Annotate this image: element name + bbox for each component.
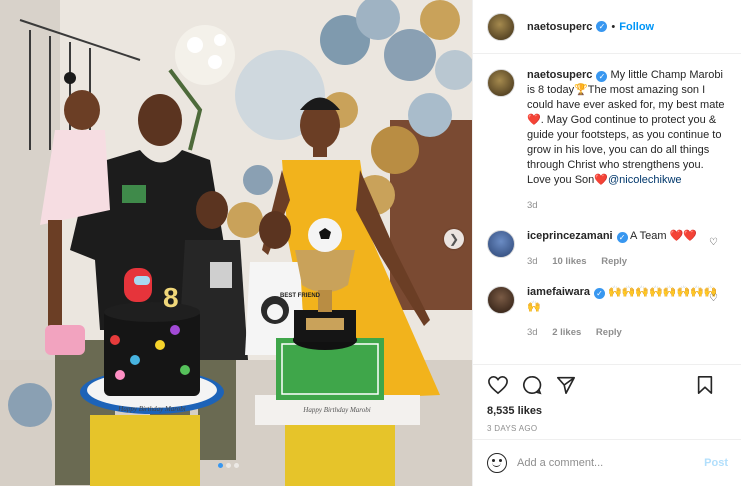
carousel-dot <box>234 463 239 468</box>
post-actions: 8,535 likes 3 DAYS AGO <box>473 364 741 439</box>
post-comment-button[interactable]: Post <box>704 457 728 469</box>
comment-item: iamefaiwara ✓ 🙌🙌🙌🙌🙌🙌🙌🙌🙌 3d 2 likes Reply … <box>487 285 728 340</box>
verified-badge-icon: ✓ <box>596 21 608 32</box>
share-icon <box>557 376 575 394</box>
comment-button[interactable] <box>521 374 543 396</box>
like-button[interactable] <box>487 374 509 396</box>
verified-badge-icon: ✓ <box>596 71 608 82</box>
commenter-avatar[interactable] <box>487 230 515 258</box>
heart-icon <box>488 375 508 395</box>
reply-button[interactable]: Reply <box>601 256 627 267</box>
comment-like-heart-icon[interactable]: ♡ <box>709 293 718 304</box>
comment-likes[interactable]: 10 likes <box>552 256 586 267</box>
caption-mention-link[interactable]: @nicolechikwe <box>608 174 682 186</box>
caption: naetosuperc ✓ My little Champ Marobi is 8… <box>487 68 728 213</box>
likes-count[interactable]: 8,535 likes <box>487 405 728 417</box>
comment-age[interactable]: 3d <box>527 327 538 338</box>
carousel-dot <box>226 463 231 468</box>
comment-input[interactable] <box>517 457 705 469</box>
cake-plaque-text: Happy Birthday Marobi <box>117 405 185 413</box>
post-photo[interactable]: 8 Happy Birthday Marobi BEST FRIEND Happ… <box>0 0 472 486</box>
comment-age[interactable]: 3d <box>527 256 538 267</box>
cake-number-topper: 8 <box>163 282 179 313</box>
carousel-dots <box>218 463 239 468</box>
header-separator: • <box>611 20 616 33</box>
post-sidebar: naetosuperc ✓ • Follow naetosuperc ✓ My l… <box>472 0 741 486</box>
commenter-username[interactable]: iamefaiwara <box>527 286 590 298</box>
add-comment-bar: Post <box>473 439 741 486</box>
save-button[interactable] <box>694 374 716 396</box>
comment-like-heart-icon[interactable]: ♡ <box>709 237 718 248</box>
verified-badge-icon: ✓ <box>593 288 605 299</box>
comment-icon <box>523 375 542 395</box>
verified-badge-icon: ✓ <box>616 232 628 243</box>
reply-button[interactable]: Reply <box>596 327 622 338</box>
party-photo-illustration: 8 Happy Birthday Marobi BEST FRIEND Happ… <box>0 0 472 486</box>
author-avatar[interactable] <box>487 69 515 97</box>
comment-likes[interactable]: 2 likes <box>552 327 581 338</box>
carousel-dot <box>218 463 223 468</box>
caption-text: My little Champ Marobi is 8 today🏆The mo… <box>527 69 725 186</box>
comment-text: A Team ❤️❤️ <box>627 230 697 242</box>
chevron-right-icon: ❯ <box>448 232 460 246</box>
commenter-username[interactable]: iceprincezamani <box>527 230 613 242</box>
follow-button[interactable]: Follow <box>619 21 654 33</box>
caption-username[interactable]: naetosuperc <box>527 69 592 81</box>
post-header: naetosuperc ✓ • Follow <box>473 0 741 54</box>
bookmark-icon <box>697 376 713 394</box>
emoji-icon[interactable] <box>487 453 507 473</box>
cake-board-text: Happy Birthday Marobi <box>302 406 370 414</box>
caption-age[interactable]: 3d <box>527 200 538 211</box>
commenter-avatar[interactable] <box>487 286 515 314</box>
tshirt-text: BEST FRIEND <box>280 293 321 299</box>
author-username[interactable]: naetosuperc <box>527 21 592 33</box>
next-photo-button[interactable]: ❯ <box>444 229 464 249</box>
posted-time[interactable]: 3 DAYS AGO <box>487 424 728 433</box>
comment-item: iceprincezamani ✓ A Team ❤️❤️ 3d 10 likes… <box>487 229 728 269</box>
author-avatar[interactable] <box>487 12 515 41</box>
comments-list[interactable]: naetosuperc ✓ My little Champ Marobi is 8… <box>473 54 741 364</box>
share-button[interactable] <box>555 374 577 396</box>
